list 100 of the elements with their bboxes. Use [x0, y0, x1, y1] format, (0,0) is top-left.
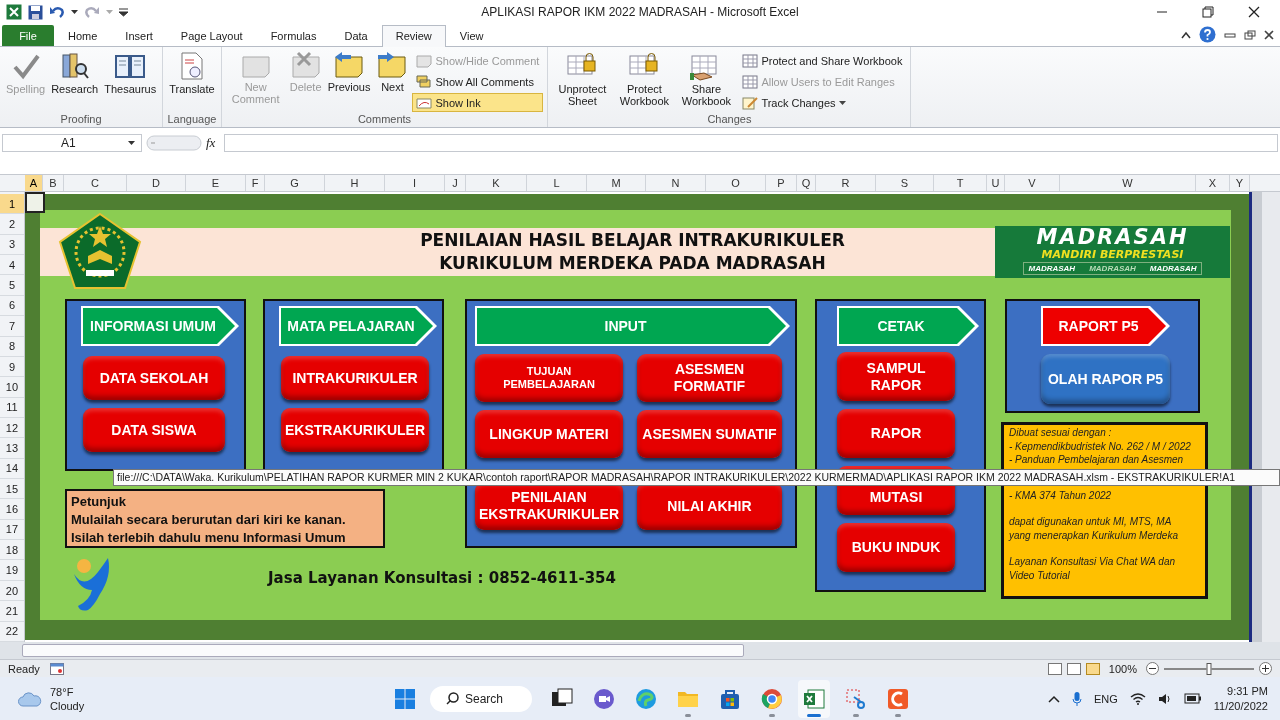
column-header[interactable]: M	[587, 175, 646, 191]
column-header[interactable]: C	[64, 175, 127, 191]
ribbon-tab[interactable]: Page Layout	[166, 25, 257, 46]
zoom-level[interactable]: 100%	[1108, 662, 1137, 675]
row-header[interactable]: 3	[0, 234, 24, 256]
column-header[interactable]: B	[43, 175, 64, 191]
ribbon-button[interactable]: Show All Comments	[412, 72, 544, 91]
ribbon-button[interactable]: Thesaurus	[102, 49, 159, 113]
ribbon-button[interactable]: Unprotect Sheet	[552, 49, 613, 113]
column-header[interactable]: R	[816, 175, 876, 191]
ribbon-tab[interactable]: View	[445, 25, 498, 46]
column-header[interactable]: D	[127, 175, 186, 191]
arrow-banner: CETAK	[837, 306, 979, 346]
row-header[interactable]: 18	[0, 540, 24, 561]
menu-button[interactable]: OLAH RAPOR P5	[1041, 354, 1170, 404]
menu-button[interactable]: EKSTRAKURIKULER	[281, 408, 429, 452]
column-header[interactable]: N	[646, 175, 706, 191]
ribbon-tab[interactable]: Insert	[111, 25, 167, 46]
note-text: - Panduan Pembelajaran dan Asesmen	[1009, 453, 1185, 467]
column-header[interactable]: K	[466, 175, 527, 191]
temperature: 78°F	[50, 684, 75, 699]
contact-text: Jasa Layanan Konsultasi : 0852-4611-354	[268, 569, 616, 587]
menu-button[interactable]: RAPOR	[837, 409, 955, 458]
column-header[interactable]: Y	[1230, 175, 1250, 191]
column-header[interactable]: F	[246, 175, 265, 191]
file-tab[interactable]: File	[2, 25, 54, 46]
note-text: Layanan Konsultasi Via Chat WA dan	[1009, 555, 1177, 569]
search-field[interactable]: Search	[430, 685, 532, 712]
name-box[interactable]: A1	[2, 134, 142, 152]
column-header[interactable]: E	[186, 175, 246, 191]
menu-button[interactable]: DATA SISWA	[83, 408, 225, 452]
clock-time[interactable]: 9:31 PM	[1227, 683, 1268, 699]
ribbon-tab[interactable]: Formulas	[256, 25, 331, 46]
column-header[interactable]: W	[1060, 175, 1196, 191]
link-tooltip: file:///C:\DATA\Waka. Kurikulum\PELATIHAN RAPOR KURMER MIN 2 KUKAR\contoh raport\RAPOR MADRASAH\RAPOR INTRAKURIKULER\2022 KURMERMAD\APLIKASI RAPOR IKM 2022 MADRASAH.xlsm - EKSTRAKURIKULER!A1	[113, 469, 1280, 486]
menu-button[interactable]: LINGKUP MATERI	[475, 410, 623, 458]
ribbon-button[interactable]: Protect Workbook	[614, 49, 675, 113]
row-header[interactable]: 10	[0, 377, 24, 398]
column-header[interactable]: P	[766, 175, 797, 191]
banner-strip-text: MADRASAH	[1089, 263, 1136, 274]
row-header[interactable]: 7	[0, 316, 24, 337]
row-header[interactable]: 15	[0, 479, 24, 500]
menu-button[interactable]: ASESMEN FORMATIF	[637, 354, 782, 402]
row-header[interactable]: 16	[0, 499, 24, 520]
ribbon-button[interactable]: Previous	[325, 49, 373, 113]
row-header[interactable]: 20	[0, 580, 24, 602]
menu-button[interactable]: ASESMEN SUMATIF	[637, 410, 782, 458]
ribbon-button[interactable]: Show Ink	[412, 93, 544, 112]
column-header[interactable]: U	[987, 175, 1005, 191]
column-header[interactable]: I	[385, 175, 445, 191]
menu-button[interactable]: DATA SEKOLAH	[83, 356, 225, 400]
language-indicator[interactable]: ENG	[1093, 692, 1118, 705]
column-header[interactable]: V	[1005, 175, 1060, 191]
row-header[interactable]: 19	[0, 560, 24, 581]
ribbon-tab[interactable]: Review	[381, 25, 446, 47]
column-header[interactable]: G	[265, 175, 325, 191]
column-header[interactable]: Q	[797, 175, 816, 191]
column-header[interactable]: S	[876, 175, 934, 191]
ribbon-button[interactable]: Protect and Share Workbook	[738, 51, 907, 70]
note-text: - KMA 374 Tahun 2022	[1009, 488, 1113, 502]
instruction-text: Mulailah secara berurutan dari kiri ke kanan.	[71, 511, 347, 529]
ribbon-button[interactable]: Research	[49, 49, 101, 113]
clock-date[interactable]: 11/20/2022	[1213, 698, 1268, 714]
column-header[interactable]: O	[706, 175, 766, 191]
ribbon-button[interactable]: Next	[374, 49, 411, 113]
menu-button[interactable]: TUJUAN PEMBELAJARAN	[475, 354, 623, 402]
row-header[interactable]: 1	[0, 194, 24, 215]
column-header[interactable]: L	[527, 175, 587, 191]
arrow-banner: MATA PELAJARAN	[279, 306, 437, 346]
ribbon-tab[interactable]: Data	[330, 25, 382, 46]
dashboard-title: PENILAIAN HASIL BELAJAR INTRAKURIKULER	[420, 229, 845, 252]
column-header[interactable]: H	[325, 175, 385, 191]
row-header[interactable]: 5	[0, 275, 24, 296]
arrow-banner: RAPORT P5	[1041, 306, 1170, 346]
row-header[interactable]: 17	[0, 519, 24, 541]
row-header[interactable]: 8	[0, 336, 24, 357]
row-header[interactable]: 2	[0, 214, 24, 235]
column-header[interactable]: J	[445, 175, 466, 191]
menu-button[interactable]: INTRAKURIKULER	[281, 356, 429, 400]
row-header[interactable]: 6	[0, 295, 24, 317]
row-header[interactable]: 4	[0, 255, 24, 276]
menu-button[interactable]: BUKU INDUK	[837, 523, 955, 572]
menu-button[interactable]: SAMPUL RAPOR	[837, 352, 955, 401]
row-header[interactable]: 12	[0, 417, 24, 439]
ribbon-button[interactable]: Translate	[167, 49, 217, 113]
ribbon-button[interactable]: Track Changes	[738, 93, 907, 112]
column-header[interactable]: X	[1196, 175, 1230, 191]
function-label[interactable]: fx	[206, 135, 220, 151]
row-header[interactable]: 22	[0, 621, 24, 642]
column-header[interactable]: T	[934, 175, 987, 191]
ribbon-tab[interactable]: Home	[54, 25, 112, 46]
row-header[interactable]: 9	[0, 356, 24, 378]
arrow-banner: INFORMASI UMUM	[81, 306, 239, 346]
group-label: Changes	[706, 113, 753, 127]
row-header[interactable]: 13	[0, 438, 24, 459]
row-header[interactable]: 14	[0, 458, 24, 480]
column-header[interactable]: A	[25, 175, 43, 191]
row-header[interactable]: 21	[0, 601, 24, 622]
ribbon-button[interactable]: Share Workbook	[676, 49, 737, 113]
row-header[interactable]: 11	[0, 397, 24, 418]
